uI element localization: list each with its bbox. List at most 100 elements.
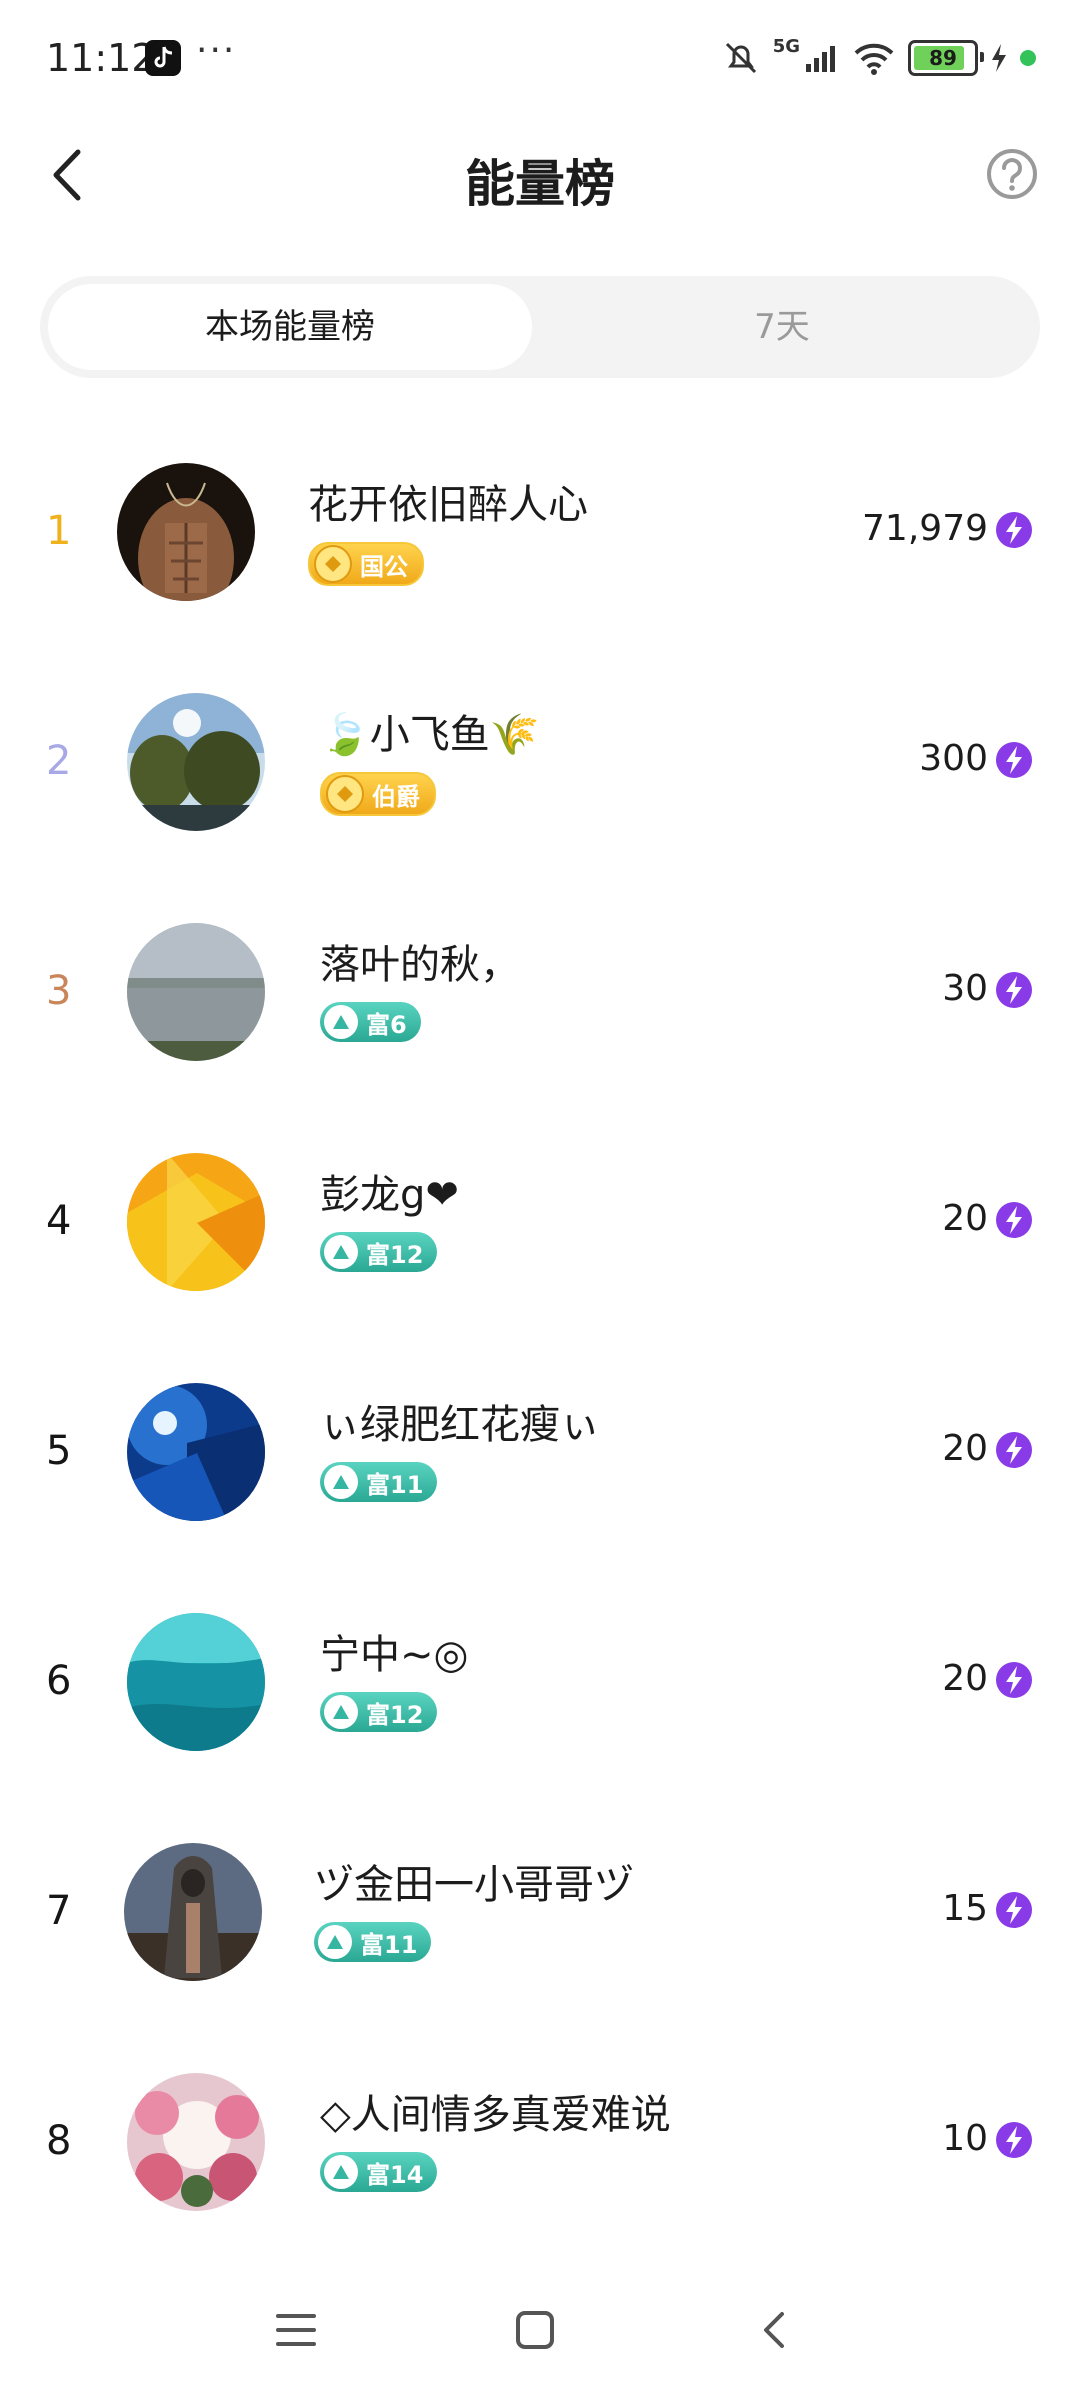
user-name: 🍃小飞鱼🌾 bbox=[320, 712, 540, 758]
level-badge: 富12 bbox=[320, 1232, 438, 1272]
diamond-icon bbox=[326, 775, 364, 813]
badge-label: 富11 bbox=[366, 1470, 424, 1499]
energy-icon bbox=[996, 1432, 1032, 1468]
user-name: 彭龙g❤ bbox=[320, 1172, 459, 1218]
triangle-icon bbox=[324, 1235, 358, 1269]
rank-number: 8 bbox=[46, 2118, 72, 2164]
rank-number: 4 bbox=[46, 1198, 72, 1244]
privacy-indicator bbox=[1020, 50, 1036, 66]
energy-icon bbox=[996, 742, 1032, 778]
avatar[interactable] bbox=[117, 463, 255, 601]
network-type: 5G bbox=[772, 35, 800, 57]
energy-score: 300 bbox=[919, 738, 988, 779]
energy-score: 15 bbox=[942, 1888, 988, 1929]
recent-apps-button[interactable] bbox=[266, 2300, 326, 2360]
energy-score: 10 bbox=[942, 2118, 988, 2159]
home-square-icon bbox=[516, 2311, 554, 2349]
avatar[interactable] bbox=[124, 1843, 262, 1981]
level-badge: 富11 bbox=[314, 1922, 432, 1962]
page-header: 能量榜 bbox=[0, 120, 1080, 230]
badge-label: 富12 bbox=[366, 1240, 424, 1269]
badge-label: 富6 bbox=[366, 1010, 407, 1039]
help-button[interactable] bbox=[984, 146, 1040, 202]
list-item[interactable]: 1 花开依旧醉人心 国公 71,979 bbox=[0, 430, 1080, 660]
status-bar: 11:12 ··· 5G 89 bbox=[0, 0, 1080, 120]
badge-label: 国公 bbox=[360, 552, 408, 581]
energy-icon bbox=[996, 1202, 1032, 1238]
rank-number: 5 bbox=[46, 1428, 72, 1474]
user-name: ◇人间情多真爱难说 bbox=[320, 2092, 671, 2138]
level-badge: 伯爵 bbox=[320, 772, 436, 816]
avatar[interactable] bbox=[127, 2073, 265, 2211]
home-button[interactable] bbox=[505, 2300, 565, 2360]
ranking-list: 1 花开依旧醉人心 国公 71,979 2 🍃小飞鱼🌾 伯爵 300 3 落叶的… bbox=[0, 430, 1080, 2270]
level-badge: 富11 bbox=[320, 1462, 438, 1502]
triangle-icon bbox=[324, 1465, 358, 1499]
menu-icon bbox=[276, 2314, 316, 2346]
battery-level: 89 bbox=[929, 46, 957, 70]
status-icons: 5G 89 bbox=[709, 36, 1036, 80]
list-item[interactable]: 6 宁中~◎ 富12 20 bbox=[0, 1580, 1080, 1810]
badge-label: 富12 bbox=[366, 1700, 424, 1729]
tiktok-icon bbox=[145, 40, 181, 76]
rank-number: 2 bbox=[46, 738, 72, 784]
rank-number: 3 bbox=[46, 968, 72, 1014]
level-badge: 富14 bbox=[320, 2152, 438, 2192]
triangle-icon bbox=[324, 1005, 358, 1039]
avatar[interactable] bbox=[127, 923, 265, 1061]
avatar[interactable] bbox=[127, 1383, 265, 1521]
wifi-icon bbox=[854, 43, 894, 75]
rank-number: 7 bbox=[46, 1888, 72, 1934]
rank-number: 6 bbox=[46, 1658, 72, 1704]
mute-icon bbox=[725, 42, 756, 74]
list-item[interactable]: 5 ぃ绿肥红花瘦ぃ 富11 20 bbox=[0, 1350, 1080, 1580]
more-notifications: ··· bbox=[196, 30, 237, 71]
status-time: 11:12 bbox=[46, 36, 156, 80]
energy-score: 20 bbox=[942, 1428, 988, 1469]
energy-icon bbox=[996, 1662, 1032, 1698]
triangle-icon bbox=[324, 2155, 358, 2189]
diamond-icon bbox=[314, 545, 352, 583]
level-badge: 富6 bbox=[320, 1002, 421, 1042]
battery-icon: 89 bbox=[908, 40, 984, 76]
badge-label: 富14 bbox=[366, 2160, 424, 2189]
energy-icon bbox=[996, 512, 1032, 548]
badge-label: 伯爵 bbox=[372, 782, 420, 811]
user-name: 落叶的秋， bbox=[320, 942, 520, 988]
signal-icon bbox=[806, 46, 835, 72]
avatar[interactable] bbox=[127, 693, 265, 831]
system-nav-bar bbox=[0, 2260, 1080, 2400]
charging-icon bbox=[992, 44, 1006, 72]
energy-icon bbox=[996, 972, 1032, 1008]
page-title: 能量榜 bbox=[465, 155, 615, 213]
avatar[interactable] bbox=[127, 1153, 265, 1291]
user-name: ぃ绿肥红花瘦ぃ bbox=[320, 1402, 600, 1448]
level-badge: 国公 bbox=[308, 542, 424, 586]
list-item[interactable]: 3 落叶的秋， 富6 30 bbox=[0, 890, 1080, 1120]
energy-icon bbox=[996, 1892, 1032, 1928]
tab-7-days[interactable]: 7天 bbox=[540, 284, 1024, 370]
back-chevron-icon bbox=[764, 2312, 784, 2348]
energy-score: 20 bbox=[942, 1198, 988, 1239]
energy-icon bbox=[996, 2122, 1032, 2158]
badge-label: 富11 bbox=[360, 1930, 418, 1959]
question-circle-icon bbox=[987, 149, 1037, 199]
user-name: 宁中~◎ bbox=[320, 1632, 469, 1678]
avatar[interactable] bbox=[127, 1613, 265, 1751]
user-name: 花开依旧醉人心 bbox=[308, 482, 588, 528]
energy-score: 20 bbox=[942, 1658, 988, 1699]
tab-current-session[interactable]: 本场能量榜 bbox=[48, 284, 532, 370]
list-item[interactable]: 7 ヅ金田一小哥哥ヅ 富11 15 bbox=[0, 1810, 1080, 2040]
system-back-button[interactable] bbox=[746, 2300, 806, 2360]
list-item[interactable]: 8 ◇人间情多真爱难说 富14 10 bbox=[0, 2040, 1080, 2270]
user-name: ヅ金田一小哥哥ヅ bbox=[314, 1862, 634, 1908]
triangle-icon bbox=[324, 1695, 358, 1729]
energy-score: 30 bbox=[942, 968, 988, 1009]
level-badge: 富12 bbox=[320, 1692, 438, 1732]
list-item[interactable]: 4 彭龙g❤ 富12 20 bbox=[0, 1120, 1080, 1350]
list-item[interactable]: 2 🍃小飞鱼🌾 伯爵 300 bbox=[0, 660, 1080, 890]
triangle-icon bbox=[318, 1925, 352, 1959]
tab-bar: 本场能量榜 7天 bbox=[40, 276, 1040, 378]
rank-number: 1 bbox=[46, 508, 72, 554]
energy-score: 71,979 bbox=[862, 508, 988, 549]
